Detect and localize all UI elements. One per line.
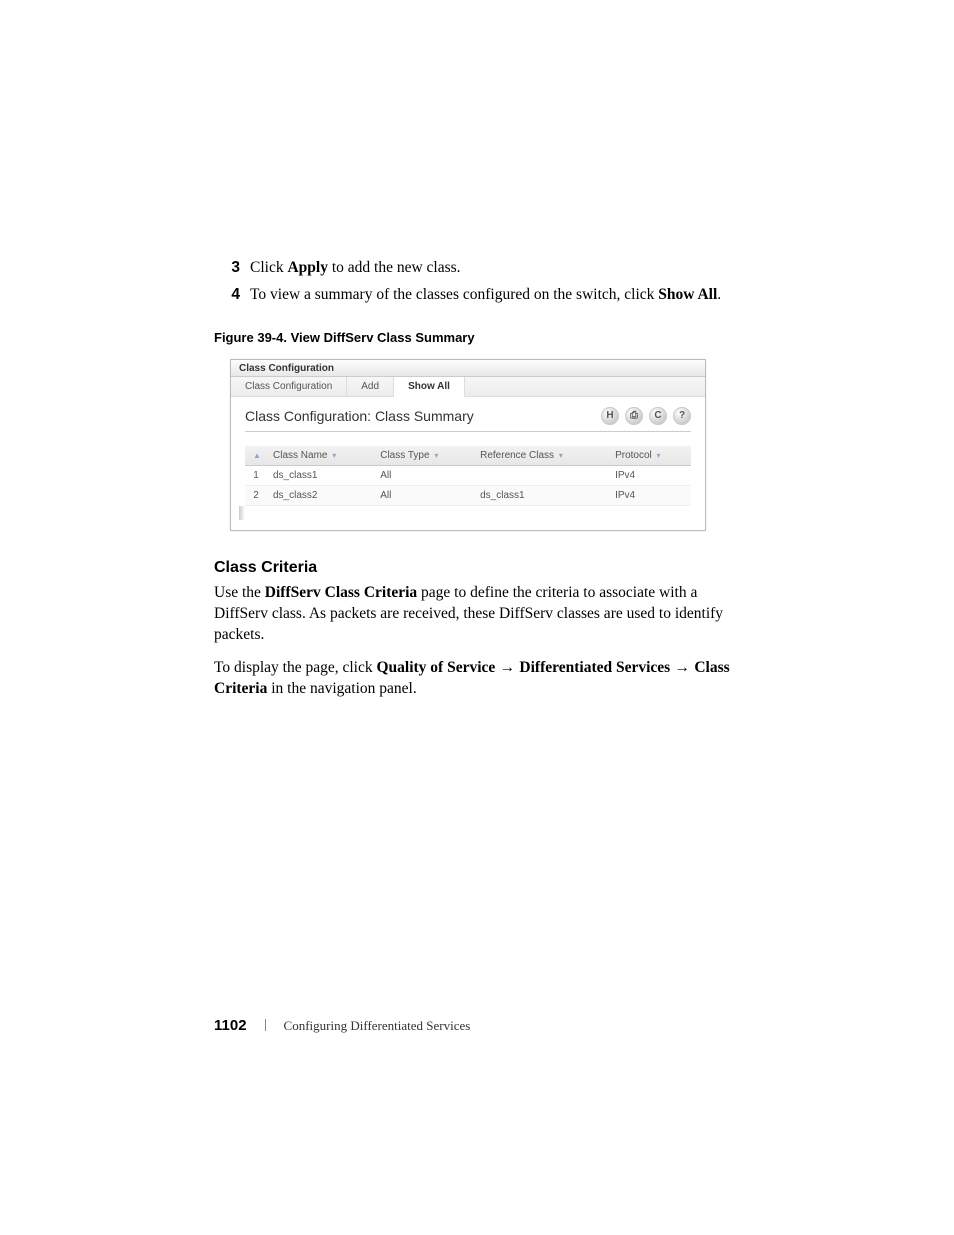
figure-caption: Figure 39-4. View DiffServ Class Summary (214, 330, 734, 345)
sort-icon: ▾ (559, 451, 563, 460)
step-text: Click Apply to add the new class. (250, 258, 734, 279)
step-4: 4 To view a summary of the classes confi… (214, 285, 734, 306)
summary-table: ▲ Class Name ▾ Class Type ▾ Reference Cl… (245, 446, 691, 506)
cell-protocol: IPv4 (609, 465, 691, 485)
tab-add[interactable]: Add (347, 377, 394, 396)
cell-protocol: IPv4 (609, 485, 691, 505)
save-icon[interactable]: H (601, 407, 619, 425)
print-icon[interactable]: ⎙ (625, 407, 643, 425)
tab-bar: Class Configuration Add Show All (231, 377, 705, 397)
section-heading: Class Criteria (214, 559, 734, 577)
table-row: 2 ds_class2 All ds_class1 IPv4 (245, 485, 691, 505)
body-paragraph: Use the DiffServ Class Criteria page to … (214, 583, 734, 646)
table-header-row: ▲ Class Name ▾ Class Type ▾ Reference Cl… (245, 446, 691, 466)
window-title: Class Configuration (231, 360, 705, 377)
col-index[interactable]: ▲ (245, 446, 267, 466)
cell-reference-class (474, 465, 609, 485)
footer-divider (265, 1019, 266, 1031)
cell-index: 2 (245, 485, 267, 505)
tab-class-configuration[interactable]: Class Configuration (231, 377, 347, 396)
sort-icon: ▾ (657, 451, 661, 460)
step-number: 4 (214, 285, 240, 306)
col-reference-class[interactable]: Reference Class ▾ (474, 446, 609, 466)
step-3: 3 Click Apply to add the new class. (214, 258, 734, 279)
cell-class-type: All (374, 485, 474, 505)
page-number: 1102 (214, 1017, 247, 1034)
step-text: To view a summary of the classes configu… (250, 285, 734, 306)
col-protocol[interactable]: Protocol ▾ (609, 446, 691, 466)
panel-header: Class Configuration: Class Summary H ⎙ C… (245, 407, 691, 432)
toolbar-icons: H ⎙ C ? (601, 407, 691, 425)
cell-reference-class: ds_class1 (474, 485, 609, 505)
table-row: 1 ds_class1 All IPv4 (245, 465, 691, 485)
cell-index: 1 (245, 465, 267, 485)
screenshot: Class Configuration Class Configuration … (230, 359, 706, 531)
sort-icon: ▾ (332, 451, 336, 460)
refresh-icon[interactable]: C (649, 407, 667, 425)
help-icon[interactable]: ? (673, 407, 691, 425)
body-paragraph: To display the page, click Quality of Se… (214, 658, 734, 700)
col-class-type[interactable]: Class Type ▾ (374, 446, 474, 466)
cell-class-type: All (374, 465, 474, 485)
tab-show-all[interactable]: Show All (394, 377, 465, 397)
cell-class-name: ds_class1 (267, 465, 374, 485)
panel-title: Class Configuration: Class Summary (245, 408, 474, 424)
cell-class-name: ds_class2 (267, 485, 374, 505)
step-list: 3 Click Apply to add the new class. 4 To… (214, 258, 734, 306)
selection-marker-icon (239, 506, 245, 520)
page-footer: 1102 Configuring Differentiated Services (214, 1017, 470, 1034)
sort-up-icon: ▲ (253, 451, 261, 460)
col-class-name[interactable]: Class Name ▾ (267, 446, 374, 466)
step-number: 3 (214, 258, 240, 279)
footer-title: Configuring Differentiated Services (284, 1018, 471, 1034)
sort-icon: ▾ (434, 451, 438, 460)
